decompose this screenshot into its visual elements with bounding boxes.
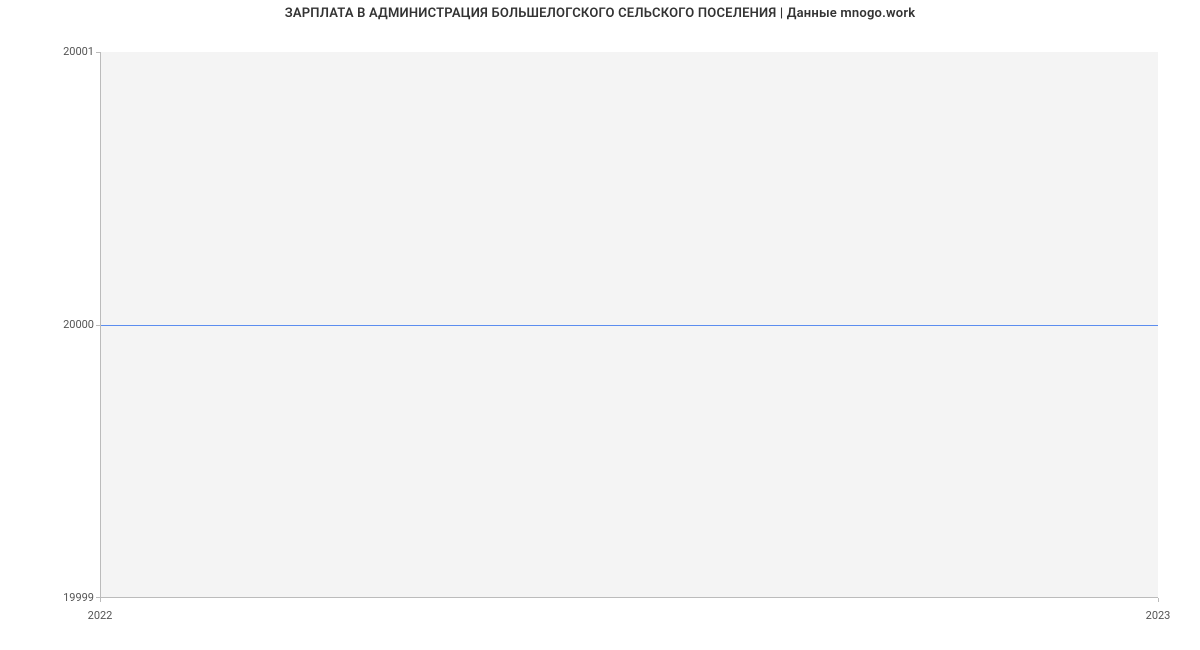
y-tick-label: 20001: [44, 47, 94, 57]
x-tick-label: 2022: [88, 609, 113, 622]
y-tick-mark: [96, 52, 100, 53]
y-tick-label: 20000: [44, 320, 94, 330]
y-tick-label: 19999: [44, 593, 94, 603]
x-tick-label: 2023: [1146, 609, 1171, 622]
series-line: [101, 325, 1158, 326]
chart-title: ЗАРПЛАТА В АДМИНИСТРАЦИЯ БОЛЬШЕЛОГСКОГО …: [0, 6, 1200, 21]
x-tick-mark: [1158, 598, 1159, 602]
x-tick-mark: [100, 598, 101, 602]
y-tick-mark: [96, 325, 100, 326]
plot-area: [100, 52, 1158, 598]
